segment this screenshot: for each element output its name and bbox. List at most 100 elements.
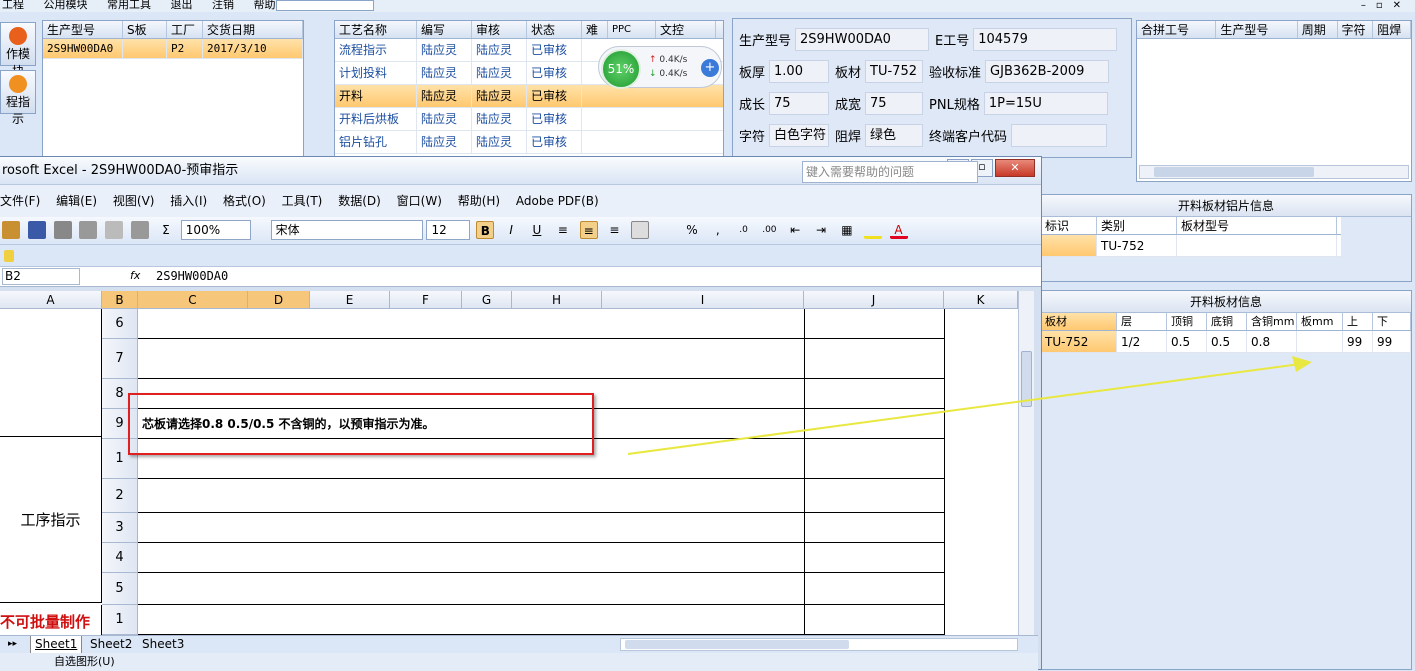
col-header-d[interactable]: D (248, 291, 310, 309)
col-model[interactable]: 生产型号 (43, 21, 123, 38)
col-docctrl[interactable]: 文控 (656, 21, 716, 38)
permission-icon[interactable] (53, 221, 72, 239)
bold-icon[interactable]: B (476, 221, 495, 239)
app-window-controls[interactable]: –▫✕ (1361, 0, 1411, 11)
col-layer[interactable]: 层 (1117, 313, 1167, 330)
cell-a-top[interactable] (0, 309, 102, 437)
net-speed-widget[interactable]: 51% ↑ 0.4K/s ↓ 0.4K/s + (598, 46, 722, 89)
scroll-thumb[interactable] (1154, 167, 1314, 177)
field-model[interactable]: 2S9HW00DA0 (795, 27, 930, 51)
col-bot-cu[interactable]: 底铜 (1207, 313, 1247, 330)
spell-icon[interactable] (131, 221, 150, 239)
menu-help[interactable]: 帮助 (252, 0, 276, 11)
row-header[interactable]: 6 (102, 309, 138, 339)
xmenu-edit[interactable]: 编辑(E) (56, 194, 97, 208)
save-icon[interactable] (27, 221, 46, 239)
field-length[interactable]: 75 (769, 91, 830, 115)
help-search-input[interactable]: 键入需要帮助的问题 (802, 161, 978, 183)
menubar-dropdown[interactable] (276, 0, 374, 11)
field-material[interactable]: TU-752 (865, 59, 924, 83)
font-select[interactable]: 宋体 (270, 220, 423, 240)
col-s[interactable]: S板 (123, 21, 167, 38)
col-period[interactable]: 周期 (1298, 21, 1338, 38)
col-header-i[interactable]: I (602, 291, 804, 309)
row-header[interactable]: 5 (102, 573, 138, 605)
vertical-scrollbar[interactable] (1018, 291, 1034, 635)
row-header[interactable]: 4 (102, 543, 138, 573)
align-left-icon[interactable]: ≡ (554, 221, 572, 239)
fill-color-icon[interactable] (863, 221, 882, 239)
table-row[interactable]: TU-752 (1041, 235, 1341, 257)
col-header-h[interactable]: H (512, 291, 602, 309)
col-header-k[interactable]: K (944, 291, 1018, 309)
font-color-icon[interactable]: A (889, 221, 908, 239)
col-with-cu[interactable]: 含铜mm (1247, 313, 1297, 330)
col-ppc[interactable]: PPC (608, 21, 656, 38)
align-right-icon[interactable]: ≡ (605, 221, 623, 239)
print-icon[interactable] (79, 221, 98, 239)
menu-tools[interactable]: 常用工具 (105, 0, 151, 11)
col-header-e[interactable]: E (310, 291, 390, 309)
sheet-row[interactable] (138, 479, 944, 513)
nav-module-button[interactable]: 作模块 (0, 22, 36, 78)
sheet-row[interactable] (138, 605, 944, 635)
xmenu-file[interactable]: 文件(F) (0, 194, 40, 208)
sum-icon[interactable]: Σ (157, 221, 175, 239)
field-customer[interactable] (1011, 123, 1108, 147)
horizontal-scrollbar[interactable] (620, 638, 1018, 651)
formula-input[interactable]: 2S9HW00DA0 (156, 269, 228, 283)
outdent-icon[interactable]: ⇤ (786, 221, 804, 239)
col-factory[interactable]: 工厂 (167, 21, 203, 38)
col-reviewer[interactable]: 审核 (472, 21, 527, 38)
col-up[interactable]: 上 (1343, 313, 1373, 330)
row-header[interactable]: 3 (102, 513, 138, 543)
indent-icon[interactable]: ⇥ (812, 221, 830, 239)
percent-icon[interactable]: % (683, 221, 701, 239)
underline-icon[interactable]: U (528, 221, 546, 239)
col-mat-model[interactable]: 板材型号 (1177, 217, 1337, 234)
col-header-a[interactable]: A (0, 291, 102, 309)
table-row[interactable]: 铝片钻孔 陆应灵 陆应灵 已审核 (335, 131, 723, 154)
col-difficulty[interactable]: 难 (582, 21, 608, 38)
zoom-select[interactable]: 100% (180, 220, 251, 240)
menu-exit[interactable]: 退出 (169, 0, 193, 11)
tab-sheet3[interactable]: Sheet3 (138, 636, 188, 653)
tab-sheet2[interactable]: Sheet2 (86, 636, 136, 653)
row-header[interactable]: 1 (102, 605, 138, 635)
field-standard[interactable]: GJB362B-2009 (985, 59, 1110, 83)
col-status[interactable]: 状态 (527, 21, 582, 38)
table-row[interactable]: 2S9HW00DA0 P2 2017/3/10 (43, 39, 303, 59)
section-label[interactable]: 工序指示 (0, 437, 102, 603)
row-header[interactable]: 7 (102, 339, 138, 379)
currency-icon[interactable] (657, 221, 675, 239)
col-header-c[interactable]: C (138, 291, 248, 309)
menu-logout[interactable]: 注销 (210, 0, 234, 11)
merge-icon[interactable] (631, 221, 650, 239)
autoshape-button[interactable]: 自选图形(U) (54, 655, 115, 668)
menu-project[interactable]: 工程 (0, 0, 24, 11)
tab-nav-icon[interactable]: ▸▸ (8, 636, 17, 653)
menu-public[interactable]: 公用模块 (42, 0, 88, 11)
tab-sheet1[interactable]: Sheet1 (30, 636, 83, 654)
sheet-row[interactable] (138, 573, 944, 605)
col-writer[interactable]: 编写 (417, 21, 472, 38)
xmenu-pdf[interactable]: Adobe PDF(B) (516, 194, 599, 208)
nav-process-button[interactable]: 程指示 (0, 70, 36, 126)
field-pnl[interactable]: 1P=15U (983, 91, 1108, 115)
col-char[interactable]: 字符 (1338, 21, 1374, 38)
field-e[interactable]: 104579 (973, 27, 1118, 51)
scroll-thumb[interactable] (625, 640, 849, 649)
col-header-f[interactable]: F (390, 291, 462, 309)
sheet-row[interactable] (138, 309, 944, 339)
col-board-mm[interactable]: 板mm (1297, 313, 1343, 330)
col-down[interactable]: 下 (1373, 313, 1411, 330)
xmenu-help[interactable]: 帮助(H) (458, 194, 500, 208)
field-width[interactable]: 75 (865, 91, 924, 115)
increase-decimal-icon[interactable]: .0 (735, 221, 753, 239)
plus-icon[interactable]: + (701, 59, 719, 77)
sheet-row[interactable] (138, 543, 944, 573)
xmenu-view[interactable]: 视图(V) (113, 194, 155, 208)
col-top-cu[interactable]: 顶铜 (1167, 313, 1207, 330)
table-row[interactable]: 开料后烘板 陆应灵 陆应灵 已审核 (335, 108, 723, 131)
align-center-icon[interactable]: ≡ (579, 221, 598, 239)
